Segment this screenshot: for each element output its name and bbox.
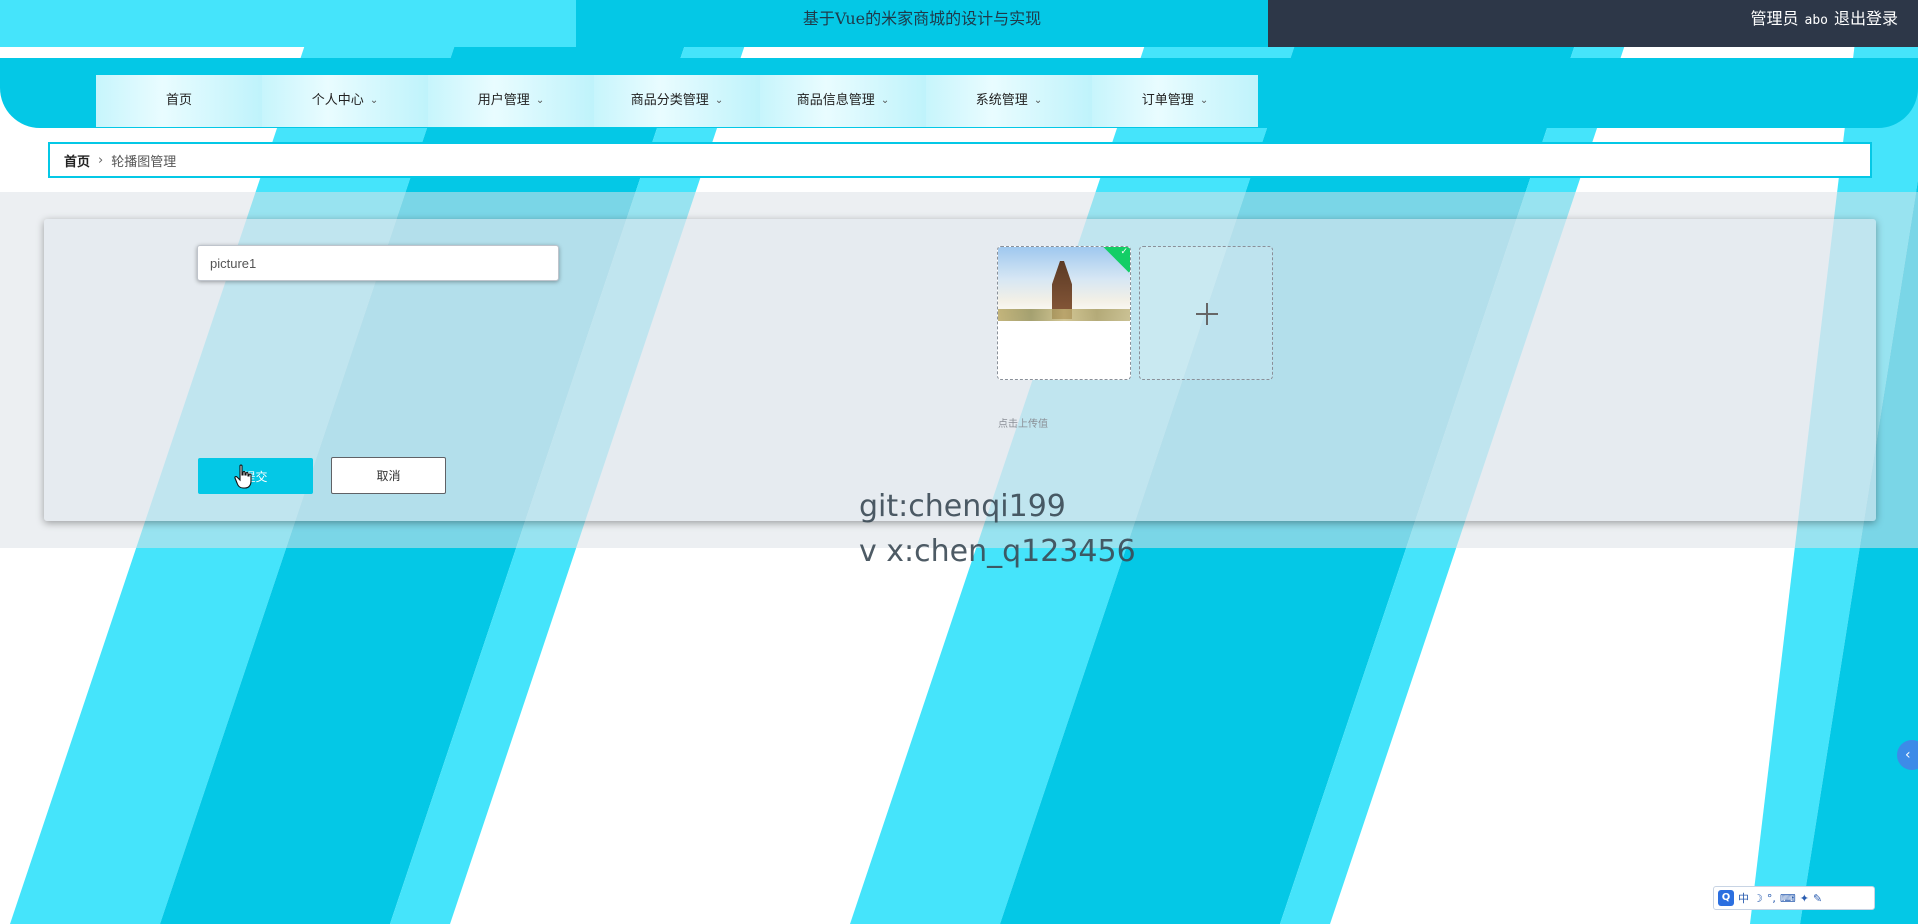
chevron-down-icon: ⌄	[1033, 95, 1043, 106]
ime-mode-chinese[interactable]: 中	[1738, 890, 1749, 906]
top-bar-left-segment	[0, 0, 576, 47]
chevron-right-icon: ›	[98, 152, 104, 168]
sparkle-icon[interactable]: ✦	[1800, 892, 1809, 905]
nav-item-label: 订单管理	[1141, 93, 1194, 108]
keyboard-icon[interactable]: ⌨	[1780, 892, 1796, 905]
nav-item-product-management[interactable]: 商品信息管理 ⌄	[760, 75, 926, 127]
chevron-down-icon: ⌄	[369, 95, 379, 106]
breadcrumb-home[interactable]: 首页	[64, 151, 90, 170]
nav-item-label: 用户管理	[477, 93, 530, 108]
name-input[interactable]	[197, 245, 559, 281]
nav-item-label: 系统管理	[975, 93, 1028, 108]
moon-icon[interactable]: ☽	[1753, 892, 1763, 905]
cancel-button[interactable]: 取消	[331, 457, 446, 494]
nav-item-personal-center[interactable]: 个人中心 ⌄	[262, 75, 428, 127]
nav-item-user-management[interactable]: 用户管理 ⌄	[428, 75, 594, 127]
upload-tip: 点击上传值	[998, 419, 1048, 430]
breadcrumb-current: 轮播图管理	[111, 154, 177, 170]
nav-item-home[interactable]: 首页	[96, 75, 262, 127]
nav-item-system-management[interactable]: 系统管理 ⌄	[926, 75, 1092, 127]
watermark-line-2: v x:chen_q123456	[859, 534, 1136, 569]
ime-logo-icon[interactable]: Q	[1718, 890, 1734, 906]
nav-item-label: 商品信息管理	[796, 93, 875, 108]
tool-icon[interactable]: ✎	[1813, 892, 1822, 905]
main-nav: 首页 个人中心 ⌄ 用户管理 ⌄ 商品分类管理 ⌄ 商品信息管理 ⌄ 系统管理 ⌄ 订单管…	[96, 75, 1258, 127]
nav-item-label: 个人中心	[311, 93, 364, 108]
username: abo	[1804, 13, 1828, 28]
submit-button[interactable]: 提交	[198, 458, 313, 494]
logout-link[interactable]: 退出登录	[1834, 9, 1898, 28]
watermark-line-1: git:chenqi199	[859, 489, 1066, 524]
edit-form-card: *名称 值 ✓ 点击上传值 提交 取消	[44, 219, 1876, 521]
ime-toolbar: Q 中 ☽ °, ⌨ ✦ ✎	[1713, 886, 1875, 910]
check-icon: ✓	[1120, 247, 1128, 257]
watermark: git:chenqi199 v x:chen_q123456	[859, 484, 1136, 574]
chevron-down-icon: ⌄	[1199, 95, 1209, 106]
plus-icon-vertical	[1206, 303, 1208, 325]
nav-item-order-management[interactable]: 订单管理 ⌄	[1092, 75, 1258, 127]
hand-cursor-icon	[234, 464, 252, 489]
chevron-down-icon: ⌄	[714, 95, 724, 106]
chevron-down-icon: ⌄	[535, 95, 545, 106]
chevron-left-icon: ‹	[1905, 747, 1911, 763]
image-upload-button[interactable]	[1139, 246, 1273, 380]
breadcrumb: 首页 › 轮播图管理	[48, 142, 1872, 178]
chevron-down-icon: ⌄	[880, 95, 890, 106]
nav-item-category-management[interactable]: 商品分类管理 ⌄	[594, 75, 760, 127]
user-box: 管理员 abo 退出登录	[1750, 0, 1898, 38]
punctuation-icon[interactable]: °,	[1767, 892, 1776, 905]
site-title: 基于Vue的米家商城的设计与实现	[802, 9, 1042, 28]
nav-item-label: 首页	[165, 93, 192, 108]
uploaded-image-thumbnail[interactable]: ✓	[997, 246, 1131, 380]
top-bar: 基于Vue的米家商城的设计与实现 管理员 abo 退出登录	[0, 0, 1918, 47]
thumbnail-trees	[998, 309, 1130, 321]
user-role: 管理员	[1750, 9, 1799, 28]
nav-item-label: 商品分类管理	[630, 93, 709, 108]
